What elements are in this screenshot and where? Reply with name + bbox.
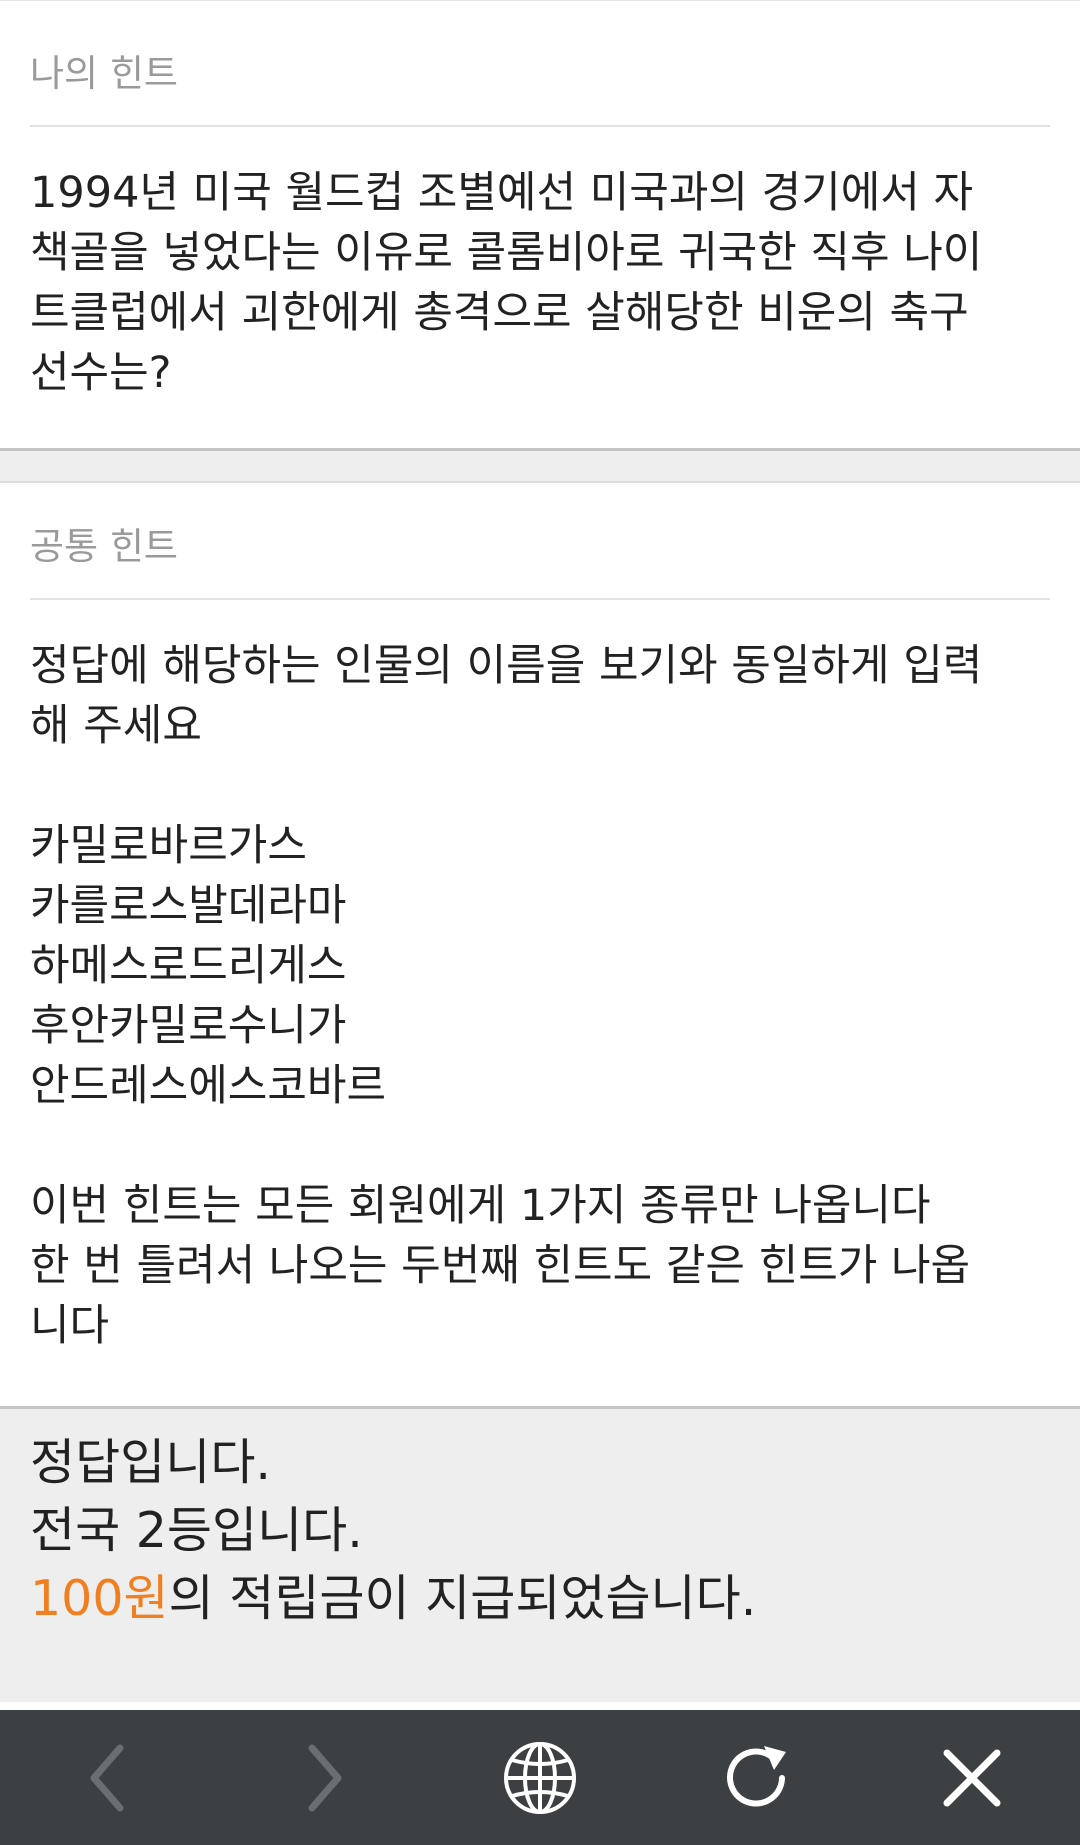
question-line: 선수는? (30, 348, 172, 398)
note-line: 이번 힌트는 모든 회원에게 1가지 종류만 나옵니다 (30, 1181, 931, 1231)
chevron-left-icon (90, 1744, 124, 1811)
note-line: 니다 (30, 1301, 110, 1351)
globe-icon (504, 1741, 576, 1814)
back-button[interactable] (48, 1718, 168, 1838)
question-text: 1994년 미국 월드컵 조별예선 미국과의 경기에서 자 책골을 넣었다는 이… (30, 163, 1050, 403)
close-button[interactable] (912, 1718, 1032, 1838)
close-icon (943, 1749, 1001, 1806)
my-hint-title: 나의 힌트 (30, 52, 178, 95)
result-panel: 정답입니다. 전국 2등입니다. 100원의 적립금이 지급되었습니다. (0, 1406, 1080, 1702)
question-line: 책골을 넣었다는 이유로 콜롬비아로 귀국한 직후 나이 (30, 228, 983, 278)
option-item: 카밀로바르가스 (30, 821, 307, 871)
option-item: 카를로스발데라마 (30, 881, 347, 931)
result-reward: 100원의 적립금이 지급되었습니다. (30, 1565, 1050, 1633)
instruction-line: 정답에 해당하는 인물의 이름을 보기와 동일하게 입력 (30, 641, 983, 691)
option-item: 하메스로드리게스 (30, 941, 347, 991)
my-hint-divider (30, 125, 1050, 127)
common-hint-text: 정답에 해당하는 인물의 이름을 보기와 동일하게 입력 해 주세요 카밀로바르… (30, 636, 1050, 1356)
result-rank: 전국 2등입니다. (30, 1502, 363, 1559)
globe-button[interactable] (480, 1718, 600, 1838)
chevron-right-icon (308, 1744, 342, 1811)
question-line: 1994년 미국 월드컵 조별예선 미국과의 경기에서 자 (30, 168, 974, 218)
section-gap (0, 451, 1080, 481)
refresh-button[interactable] (696, 1718, 816, 1838)
browser-nav-bar (0, 1710, 1080, 1845)
refresh-icon (727, 1745, 786, 1806)
common-hint-divider (30, 598, 1050, 600)
option-item: 안드레스에스코바르 (30, 1061, 387, 1111)
common-hint-card: 공통 힌트 정답에 해당하는 인물의 이름을 보기와 동일하게 입력 해 주세요… (0, 483, 1080, 1406)
result-correct: 정답입니다. (30, 1434, 271, 1491)
common-hint-title: 공통 힌트 (30, 525, 178, 568)
my-hint-card: 나의 힌트 1994년 미국 월드컵 조별예선 미국과의 경기에서 자 책골을 … (0, 1, 1080, 448)
note-line: 한 번 틀려서 나오는 두번째 힌트도 같은 힌트가 나옵 (30, 1241, 971, 1291)
reward-amount: 100원 (30, 1570, 169, 1627)
reward-message: 의 적립금이 지급되었습니다. (168, 1570, 757, 1627)
instruction-line: 해 주세요 (30, 701, 202, 751)
forward-button[interactable] (264, 1718, 384, 1838)
option-item: 후안카밀로수니가 (30, 1001, 347, 1051)
question-line: 트클럽에서 괴한에게 총격으로 살해당한 비운의 축구 (30, 288, 969, 338)
